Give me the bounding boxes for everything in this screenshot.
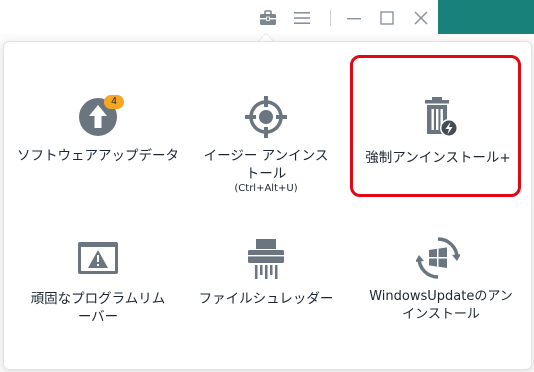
screen: ソフトウェアアップデータ 4 イージー アンインストール (Ctrl+Alt+U… [0,0,534,372]
tool-label: 頑固なプログラムリムーバー [30,291,166,325]
tool-file-shredder[interactable]: ファイルシュレッダー [181,238,351,368]
close-button[interactable] [411,8,431,28]
toolbox-button[interactable] [258,8,278,28]
maximize-button[interactable] [377,8,397,28]
tool-stubborn-program-remover[interactable]: 頑固なプログラムリムーバー [13,238,183,368]
maximize-icon [380,11,394,25]
tool-label: イージー アンインストール [203,148,329,182]
minimize-icon [347,18,361,20]
minimize-button[interactable] [344,8,364,28]
hamburger-menu-icon [294,12,310,24]
app-header-background [438,0,534,34]
windows-update-icon [416,237,460,279]
menu-button[interactable] [292,8,312,28]
tool-label: ファイルシュレッダー [198,291,334,307]
highlight-frame [350,55,521,197]
tool-label: WindowsUpdateのアンインストール [369,289,513,322]
warning-window-icon [78,242,118,274]
popup-caret [258,33,274,41]
crosshair-icon [245,96,287,138]
toolbox-icon [260,10,276,25]
title-bar-divider [330,10,331,26]
shredder-icon [248,239,284,279]
tool-windows-update-uninstall[interactable]: WindowsUpdateのアンインストール [353,236,523,366]
tool-easy-uninstall[interactable]: イージー アンインストール (Ctrl+Alt+U) [181,95,351,225]
tool-label: ソフトウェアアップデータ [17,148,179,164]
update-count-badge: 4 [104,95,124,109]
tool-shortcut-label: (Ctrl+Alt+U) [234,183,298,194]
tool-software-updater[interactable]: ソフトウェアアップデータ [13,95,183,225]
title-bar [0,0,438,34]
close-icon [414,11,428,25]
